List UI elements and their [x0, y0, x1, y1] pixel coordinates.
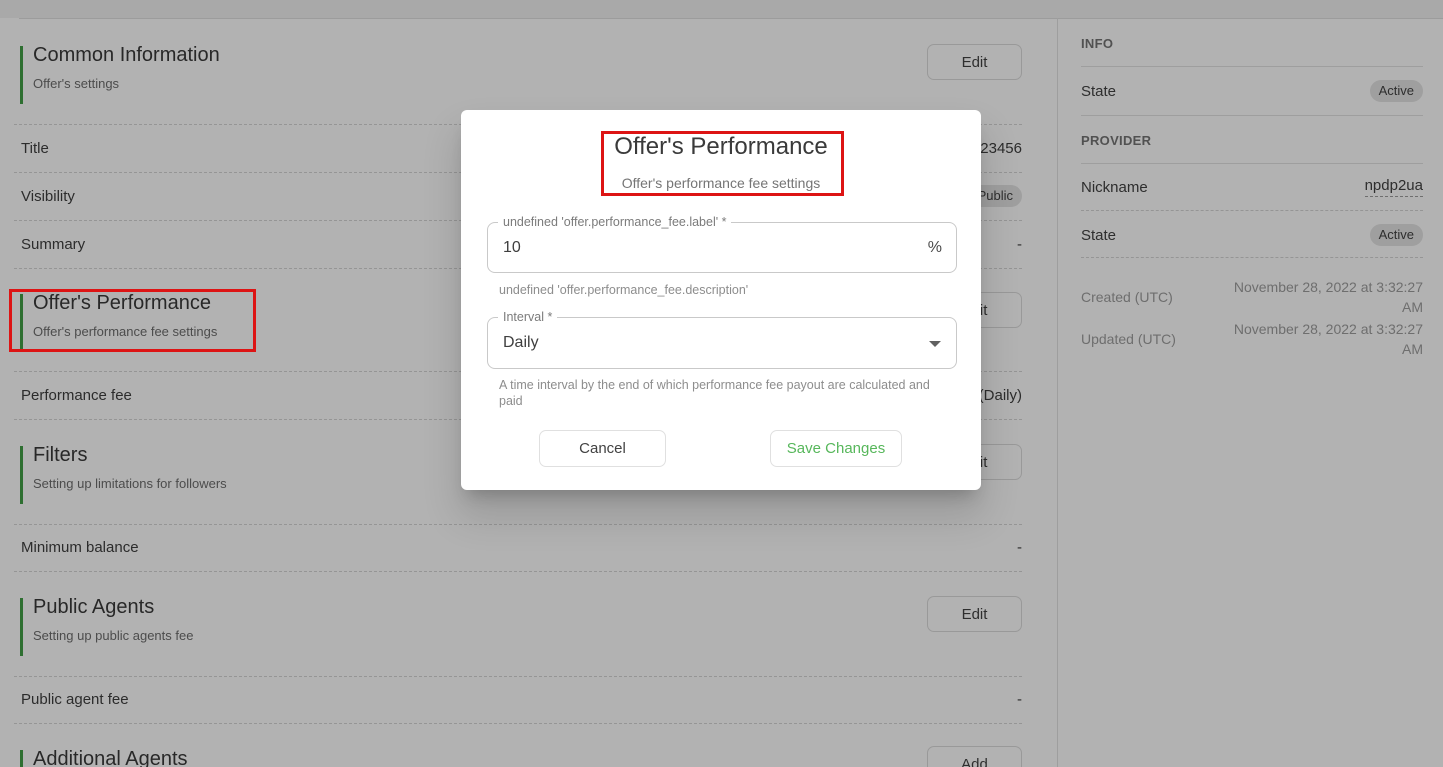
cancel-button[interactable]: Cancel [539, 430, 666, 467]
chevron-down-icon [929, 341, 941, 347]
interval-helper-text: A time interval by the end of which perf… [499, 377, 939, 409]
offer-performance-dialog: Offer's Performance Offer's performance … [461, 110, 981, 490]
interval-selected-value: Daily [503, 334, 539, 352]
dialog-title: Offer's Performance [461, 133, 981, 161]
performance-fee-field: undefined 'offer.performance_fee.label' … [487, 222, 957, 273]
percent-suffix: % [928, 239, 942, 257]
offer-settings-page: Common Information Offer's settings Edit… [0, 0, 1443, 767]
interval-select-label: Interval * [498, 310, 557, 324]
performance-fee-input[interactable] [488, 223, 956, 272]
performance-fee-helper-text: undefined 'offer.performance_fee.descrip… [499, 282, 748, 298]
dialog-subtitle: Offer's performance fee settings [461, 175, 981, 191]
save-changes-button[interactable]: Save Changes [770, 430, 902, 467]
interval-select[interactable]: Interval * Daily [487, 317, 957, 369]
